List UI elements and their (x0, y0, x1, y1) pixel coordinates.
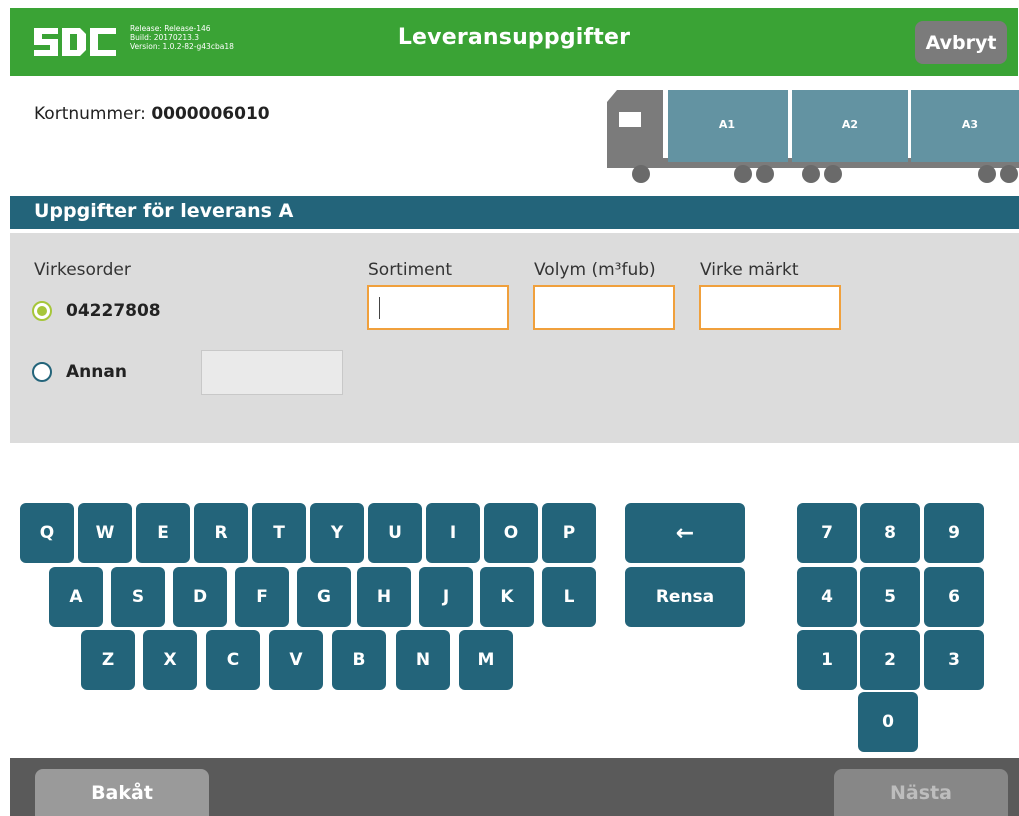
key-d[interactable]: D (173, 567, 227, 627)
virke-label: Virke märkt (700, 260, 799, 280)
key-e[interactable]: E (136, 503, 190, 563)
key-q[interactable]: Q (20, 503, 74, 563)
sortiment-input[interactable] (367, 285, 509, 330)
key-h[interactable]: H (357, 567, 411, 627)
section-title: Uppgifter för leverans A (34, 200, 294, 222)
key-t[interactable]: T (252, 503, 306, 563)
key-m[interactable]: M (459, 630, 513, 690)
key-8[interactable]: 8 (860, 503, 920, 563)
key-2[interactable]: 2 (860, 630, 920, 690)
compartment-label-a3: A3 (962, 118, 978, 131)
clear-key[interactable]: Rensa (625, 567, 745, 627)
key-w[interactable]: W (78, 503, 132, 563)
key-a[interactable]: A (49, 567, 103, 627)
key-j[interactable]: J (419, 567, 473, 627)
card-number-value: 0000006010 (151, 104, 270, 124)
wheel (1000, 165, 1018, 183)
wheel (756, 165, 774, 183)
key-b[interactable]: B (332, 630, 386, 690)
wheel (632, 165, 650, 183)
key-1[interactable]: 1 (797, 630, 857, 690)
volym-input[interactable] (533, 285, 675, 330)
key-3[interactable]: 3 (924, 630, 984, 690)
key-o[interactable]: O (484, 503, 538, 563)
key-g[interactable]: G (297, 567, 351, 627)
key-u[interactable]: U (368, 503, 422, 563)
cab-window (619, 112, 641, 127)
option-04227808-label: 04227808 (66, 301, 161, 321)
sortiment-label: Sortiment (368, 260, 453, 280)
page-title: Leveransuppgifter (397, 25, 631, 50)
compartment-label-a2: A2 (842, 118, 858, 131)
option-annan-label: Annan (66, 362, 127, 382)
truck-illustration: A1 A2 A3 (607, 90, 1019, 183)
text-caret (379, 297, 380, 319)
key-9[interactable]: 9 (924, 503, 984, 563)
key-c[interactable]: C (206, 630, 260, 690)
key-p[interactable]: P (542, 503, 596, 563)
delivery-form-panel (10, 233, 1019, 443)
option-04227808[interactable]: 04227808 (32, 301, 172, 325)
wheel (824, 165, 842, 183)
annan-input[interactable] (201, 350, 343, 395)
virkesorder-label: Virkesorder (34, 260, 131, 280)
card-number-label: Kortnummer: (34, 104, 146, 124)
virke-input[interactable] (699, 285, 841, 330)
key-l[interactable]: L (542, 567, 596, 627)
header-bar: Release: Release-146 Build: 20170213.3 V… (10, 8, 1018, 76)
key-k[interactable]: K (480, 567, 534, 627)
option-annan[interactable]: Annan (32, 362, 172, 386)
wheel (802, 165, 820, 183)
key-i[interactable]: I (426, 503, 480, 563)
wheel (978, 165, 996, 183)
key-z[interactable]: Z (81, 630, 135, 690)
backspace-key[interactable]: ← (625, 503, 745, 563)
section-header: Uppgifter för leverans A (10, 196, 1019, 229)
key-r[interactable]: R (194, 503, 248, 563)
key-0[interactable]: 0 (858, 692, 918, 752)
key-5[interactable]: 5 (860, 567, 920, 627)
volym-label: Volym (m³fub) (534, 260, 656, 280)
key-v[interactable]: V (269, 630, 323, 690)
cancel-button[interactable]: Avbryt (915, 21, 1007, 64)
footer-bar: Bakåt Nästa (10, 758, 1019, 816)
key-f[interactable]: F (235, 567, 289, 627)
card-number-row: Kortnummer: 0000006010 (34, 104, 270, 124)
key-n[interactable]: N (396, 630, 450, 690)
compartment-label-a1: A1 (719, 118, 735, 131)
key-x[interactable]: X (143, 630, 197, 690)
radio-selected-icon[interactable] (32, 301, 52, 321)
key-s[interactable]: S (111, 567, 165, 627)
key-7[interactable]: 7 (797, 503, 857, 563)
next-button[interactable]: Nästa (834, 769, 1008, 816)
back-button[interactable]: Bakåt (35, 769, 209, 816)
radio-unselected-icon[interactable] (32, 362, 52, 382)
wheel (734, 165, 752, 183)
key-y[interactable]: Y (310, 503, 364, 563)
key-6[interactable]: 6 (924, 567, 984, 627)
key-4[interactable]: 4 (797, 567, 857, 627)
